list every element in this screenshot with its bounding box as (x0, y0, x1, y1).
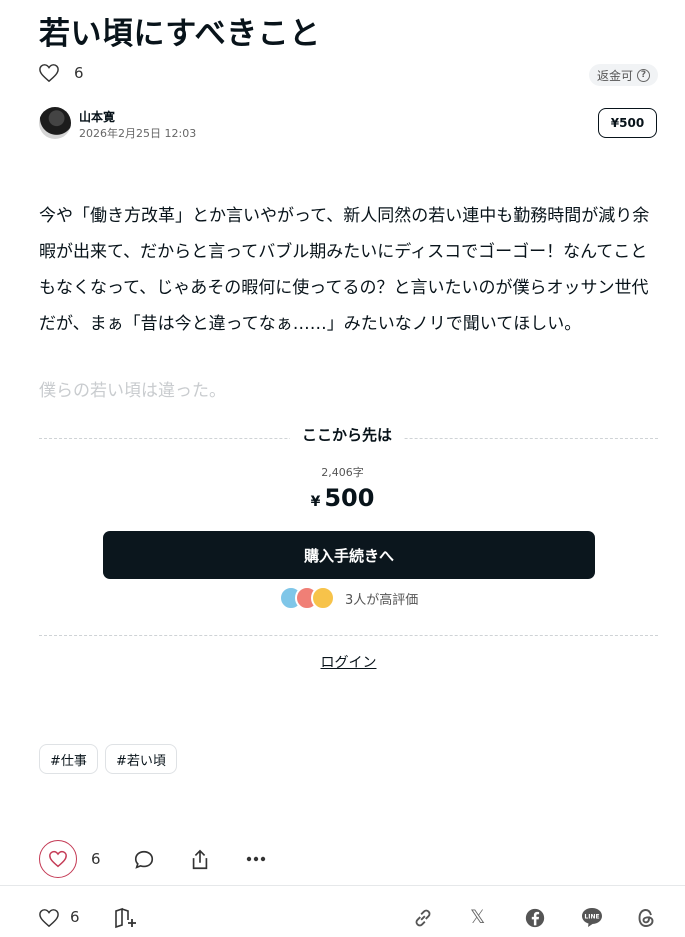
link-icon[interactable] (412, 907, 434, 929)
threads-icon[interactable] (636, 907, 656, 929)
tag-youth[interactable]: #若い頃 (105, 744, 177, 774)
paywall-price: ¥500 (0, 484, 685, 512)
article-body: 今や「働き方改革」とか言いやがって、新人同然の若い連中も勤務時間が減り余暇が出来… (39, 198, 655, 342)
like-count: 6 (74, 64, 84, 82)
author-avatar[interactable] (39, 107, 71, 139)
reviewer-avatar (311, 586, 335, 610)
author-name[interactable]: 山本寛 (79, 108, 115, 125)
faded-preview-line: 僕らの若い頃は違った。 (39, 381, 226, 401)
refund-badge[interactable]: 返金可 ? (588, 64, 658, 86)
like-count: 6 (91, 850, 101, 868)
like-summary[interactable]: 6 (38, 63, 84, 83)
price-button[interactable]: ¥500 (598, 108, 657, 138)
add-to-magazine-icon[interactable] (114, 907, 138, 929)
heart-icon[interactable] (38, 63, 60, 83)
more-icon[interactable] (245, 855, 267, 863)
tag-work[interactable]: #仕事 (39, 744, 98, 774)
heart-icon[interactable] (38, 908, 60, 928)
facebook-icon[interactable] (524, 907, 546, 929)
yen-symbol: ¥ (310, 494, 321, 510)
rating-summary[interactable]: 3人が高評価 (279, 586, 418, 610)
question-icon[interactable]: ? (637, 68, 650, 82)
paywall-heading: ここから先は (290, 424, 405, 445)
heart-icon (49, 850, 67, 868)
comment-icon[interactable] (133, 849, 155, 871)
login-divider (39, 635, 658, 636)
login-link[interactable]: ログイン (0, 652, 685, 672)
price-amount: 500 (324, 484, 375, 512)
purchase-button[interactable]: 購入手続きへ (103, 531, 595, 579)
refund-label: 返金可 (596, 68, 633, 83)
svg-text:LINE: LINE (584, 914, 599, 921)
body-paragraph: 今や「働き方改革」とか言いやがって、新人同然の若い連中も勤務時間が減り余暇が出来… (39, 206, 650, 334)
publish-date: 2026年2月25日 12:03 (79, 127, 197, 140)
line-icon[interactable]: LINE (580, 906, 604, 928)
article-title: 若い頃にすべきこと (39, 16, 321, 52)
bottom-like-count: 6 (70, 908, 80, 926)
char-count: 2,406字 (321, 466, 364, 479)
like-button[interactable] (39, 840, 77, 878)
rating-text: 3人が高評価 (345, 592, 419, 608)
share-icon[interactable] (189, 848, 211, 872)
x-icon[interactable]: 𝕏 (470, 906, 485, 928)
